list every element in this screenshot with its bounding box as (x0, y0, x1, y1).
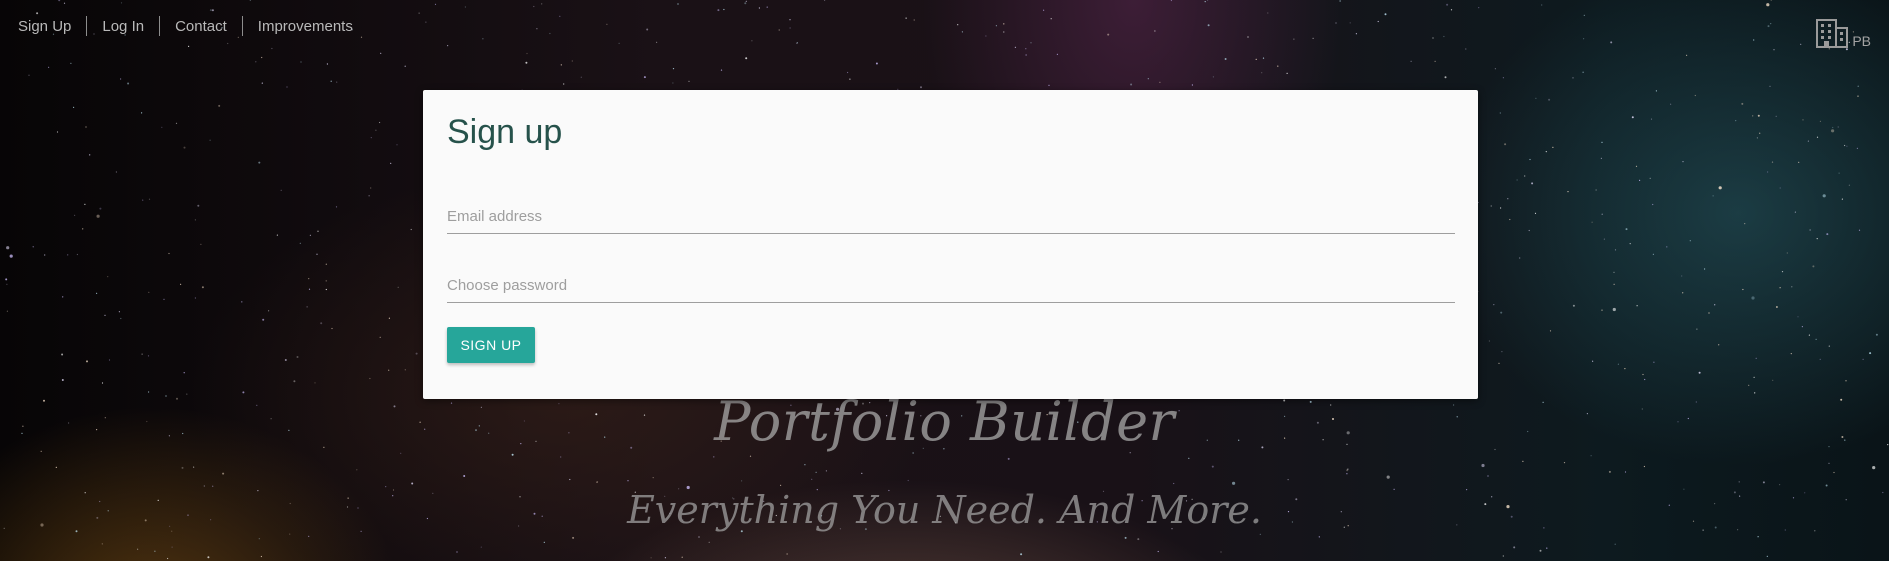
nav-divider (241, 16, 243, 36)
hero-title: Portfolio Builder (714, 390, 1175, 453)
signup-title: Sign up (447, 113, 563, 151)
nav-divider (159, 16, 161, 36)
nav-sign-up-link[interactable]: Sign Up (18, 18, 71, 35)
email-input[interactable] (447, 201, 1455, 231)
hero-subtitle: Everything You Need. And More. (627, 488, 1262, 532)
nav-improvements-link[interactable]: Improvements (258, 18, 353, 35)
building-icon (1816, 18, 1849, 48)
top-nav: Sign Up Log In Contact Improvements (18, 16, 353, 36)
nav-divider (86, 16, 88, 36)
nav-log-in-link[interactable]: Log In (102, 18, 144, 35)
password-input[interactable] (447, 270, 1455, 300)
nav-contact-link[interactable]: Contact (175, 18, 227, 35)
signup-card: Sign up SIGN UP (423, 90, 1478, 399)
brand-logo[interactable]: PB (1816, 18, 1871, 49)
email-field-wrapper (447, 201, 1455, 234)
password-field-wrapper (447, 270, 1455, 303)
sign-up-button[interactable]: SIGN UP (447, 327, 535, 363)
brand-text: PB (1852, 33, 1871, 49)
